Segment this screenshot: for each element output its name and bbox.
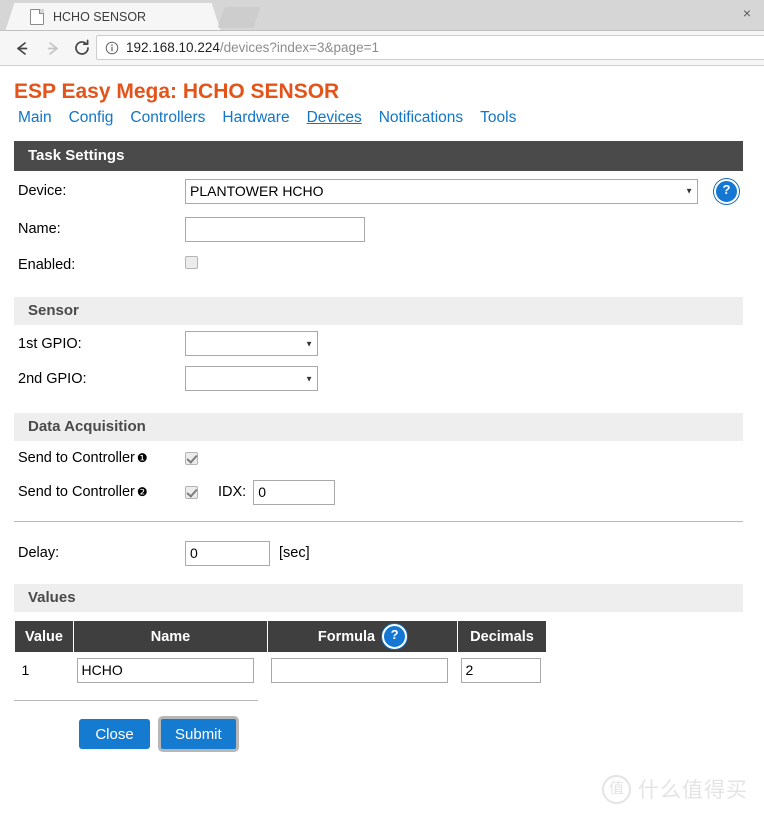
controller1-number: ❶ (136, 451, 148, 465)
field-row-device: Device: PLANTOWER HCHO ? (0, 171, 764, 211)
device-select[interactable]: PLANTOWER HCHO (185, 178, 698, 204)
divider-below-values (14, 700, 258, 701)
idx-label: IDX: (218, 484, 247, 500)
gpio1-select[interactable] (185, 331, 318, 356)
field-row-controller-2: Send to Controller ❷ IDX: (0, 475, 764, 509)
enabled-label: Enabled: (18, 257, 76, 273)
value-decimals-input[interactable] (460, 657, 541, 683)
page-title: ESP Easy Mega: HCHO SENSOR (14, 80, 340, 103)
tab-strip: HCHO SENSOR × (0, 0, 764, 31)
value-decimals-cell (458, 652, 547, 688)
nav-item-main[interactable]: Main (18, 109, 52, 126)
table-row: 1 (15, 652, 547, 688)
column-header-name: Name (73, 621, 268, 652)
value-name-cell (74, 652, 268, 688)
tab-title: HCHO SENSOR (53, 9, 147, 24)
nav-item-notifications[interactable]: Notifications (379, 109, 463, 126)
controller2-label-text: Send to Controller (18, 484, 135, 500)
watermark-text: 什么值得买 (638, 778, 748, 802)
field-row-name: Name: (0, 211, 764, 247)
field-row-delay: Delay: [sec] (0, 522, 764, 576)
device-help-icon[interactable]: ? (714, 178, 739, 204)
watermark: 值 什么值得买 (602, 774, 748, 804)
field-row-gpio2: 2nd GPIO: (0, 362, 764, 395)
section-header-task-settings: Task Settings (14, 141, 743, 171)
section-header-values: Values (14, 584, 743, 612)
url-host: 192.168.10.224 (126, 40, 220, 55)
controller1-checkbox[interactable] (185, 451, 198, 465)
address-bar[interactable]: 192.168.10.224/devices?index=3&page=1 (96, 35, 764, 60)
device-select-wrap: PLANTOWER HCHO (185, 178, 698, 204)
info-circle-icon (105, 41, 119, 54)
column-header-decimals: Decimals (457, 621, 547, 652)
close-icon[interactable]: × (740, 6, 754, 20)
controller2-number: ❷ (136, 485, 148, 499)
values-table-header-row: Value Name Formula ? Decimals (14, 621, 547, 652)
nav-item-tools[interactable]: Tools (480, 109, 516, 126)
gpio2-select-wrap (185, 366, 318, 391)
form-actions: Close Submit (0, 719, 764, 749)
watermark-logo: 值 (602, 774, 631, 804)
page-body: ESP Easy Mega: HCHO SENSOR Main Config Con… (0, 80, 764, 749)
delay-unit: [sec] (279, 545, 310, 561)
main-navigation: Main Config Controllers Hardware Devices Noti… (18, 109, 764, 127)
value-name-input[interactable] (76, 657, 254, 683)
formula-help-icon[interactable]: ? (382, 624, 408, 649)
controller2-label: Send to Controller ❷ (18, 484, 185, 500)
column-header-formula: Formula ? (267, 621, 458, 652)
browser-tab[interactable]: HCHO SENSOR (18, 3, 210, 30)
browser-toolbar: 192.168.10.224/devices?index=3&page=1 (0, 31, 764, 66)
idx-input[interactable] (253, 479, 336, 505)
device-label: Device: (18, 183, 67, 199)
nav-item-controllers[interactable]: Controllers (130, 109, 205, 126)
delay-input[interactable] (185, 540, 270, 566)
gpio1-label: 1st GPIO: (18, 335, 82, 352)
nav-item-devices[interactable]: Devices (307, 109, 362, 126)
values-table-body: 1 (15, 652, 547, 688)
forward-arrow-icon (37, 33, 67, 63)
section-header-data-acquisition: Data Acquisition (14, 413, 743, 441)
values-table-head: Value Name Formula ? Decimals (14, 621, 547, 652)
browser-chrome: HCHO SENSOR × 192.168.10.224/devices?ind… (0, 0, 764, 66)
name-input[interactable] (185, 216, 365, 242)
controller1-label-text: Send to Controller (18, 450, 135, 466)
value-index-cell: 1 (21, 662, 30, 678)
formula-header-inner: Formula ? (268, 624, 457, 649)
value-formula-input[interactable] (270, 657, 448, 683)
new-tab-button[interactable] (217, 7, 261, 28)
delay-label: Delay: (18, 545, 60, 561)
field-row-controller-1: Send to Controller ❶ (0, 441, 764, 475)
gpio2-label: 2nd GPIO: (18, 370, 87, 387)
gpio2-select[interactable] (185, 366, 318, 391)
back-arrow-icon[interactable] (7, 33, 37, 63)
section-header-sensor: Sensor (14, 297, 743, 325)
settings-form: Task Settings Device: PLANTOWER HCHO ? N… (0, 141, 764, 749)
enabled-checkbox-wrap (185, 256, 198, 274)
field-row-gpio1: 1st GPIO: (0, 325, 764, 362)
column-header-formula-text: Formula (317, 628, 376, 645)
nav-item-hardware[interactable]: Hardware (222, 109, 289, 126)
page-icon (30, 8, 44, 25)
close-button[interactable]: Close (79, 719, 150, 749)
nav-item-config[interactable]: Config (69, 109, 114, 126)
name-label: Name: (18, 221, 61, 237)
url-text: 192.168.10.224/devices?index=3&page=1 (126, 40, 379, 55)
field-row-enabled: Enabled: (0, 247, 764, 283)
controller2-checkbox[interactable] (185, 485, 198, 499)
submit-button[interactable]: Submit (161, 719, 236, 749)
enabled-checkbox[interactable] (185, 256, 198, 269)
value-formula-cell (268, 652, 458, 688)
column-header-value: Value (14, 621, 74, 652)
reload-arrow-icon[interactable] (67, 33, 97, 63)
url-path: /devices?index=3&page=1 (219, 40, 379, 55)
controller1-label: Send to Controller ❶ (18, 450, 185, 466)
gpio1-select-wrap (185, 331, 318, 356)
values-table: Value Name Formula ? Decimals 1 (14, 621, 547, 688)
